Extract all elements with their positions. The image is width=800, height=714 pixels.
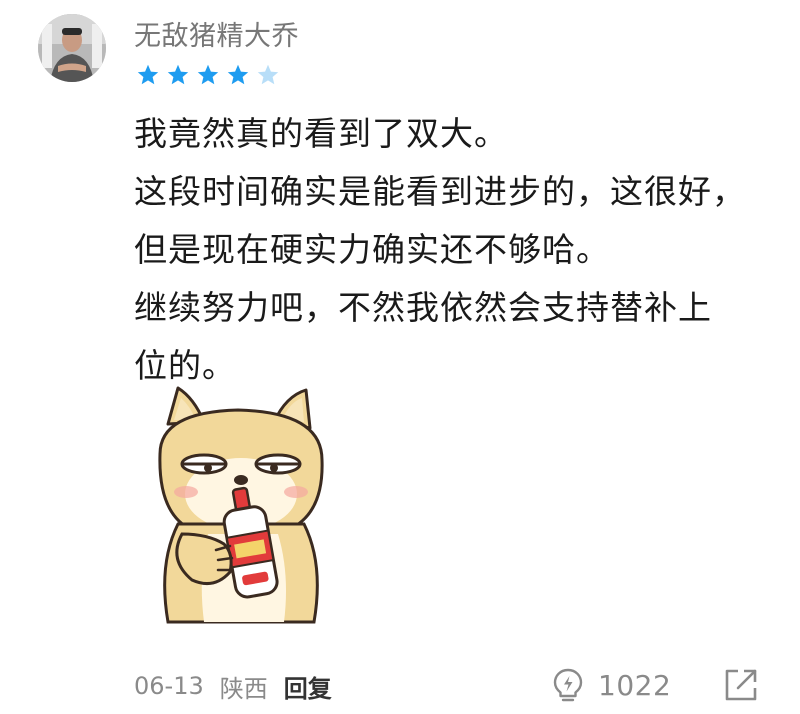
comment-line: 继续努力吧，不然我依然会支持替补上 bbox=[134, 288, 712, 327]
shiba-sticker-image[interactable] bbox=[138, 384, 344, 624]
reply-button[interactable]: 回复 bbox=[284, 669, 332, 704]
like-count: 1022 bbox=[598, 668, 672, 702]
star-filled-icon bbox=[197, 64, 219, 85]
share-icon[interactable] bbox=[722, 666, 760, 704]
username[interactable]: 无敌猪精大乔 bbox=[134, 19, 299, 55]
comment-line: 但是现在硬实力确实还不够哈。 bbox=[134, 230, 610, 269]
star-filled-icon bbox=[167, 64, 189, 85]
comment-line: 我竟然真的看到了双大。 bbox=[134, 114, 508, 153]
comment-footer: 06-13 陕西 回复 bbox=[134, 666, 348, 706]
comment-location: 陕西 bbox=[219, 674, 268, 703]
lightbulb-icon bbox=[553, 668, 583, 702]
star-filled-icon bbox=[227, 64, 249, 85]
comment-date: 06-13 bbox=[134, 672, 204, 700]
avatar-photo bbox=[38, 14, 106, 82]
star-rating bbox=[136, 62, 286, 88]
star-filled-icon bbox=[137, 64, 159, 85]
shiba-drinking-icon bbox=[158, 386, 324, 624]
comment-text: 我竟然真的看到了双大。 这段时间确实是能看到进步的，这很好， 但是现在硬实力确实… bbox=[134, 105, 774, 395]
like-button[interactable]: 1022 bbox=[550, 664, 671, 706]
avatar[interactable] bbox=[38, 14, 106, 82]
comment-line: 这段时间确实是能看到进步的，这很好， bbox=[134, 172, 746, 211]
star-empty-icon bbox=[257, 64, 279, 85]
